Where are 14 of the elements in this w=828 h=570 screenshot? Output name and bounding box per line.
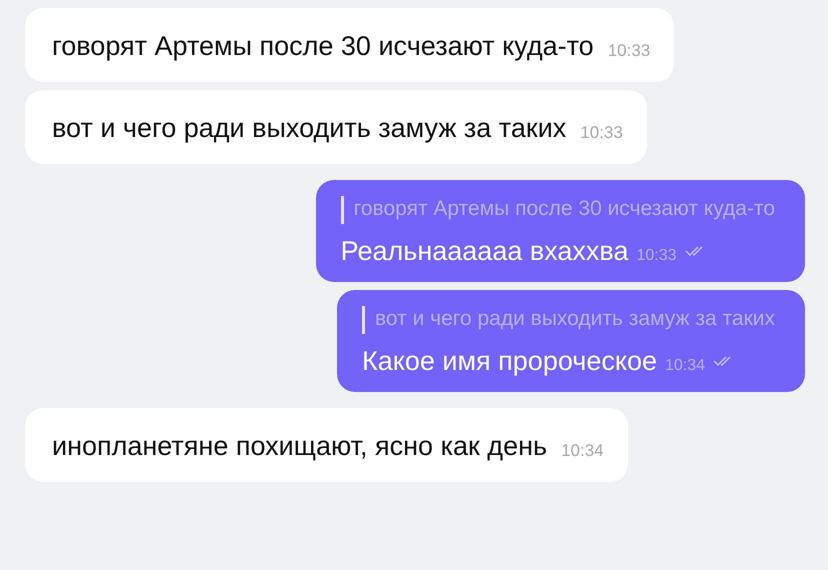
message-time: 10:33: [580, 122, 623, 144]
message-text: инопланетяне похищают, ясно как день: [52, 431, 548, 461]
quoted-text: говорят Артемы после 30 исчезают куда-то: [354, 197, 775, 220]
message-time: 10:33: [608, 40, 650, 62]
message-time: 10:33: [636, 247, 677, 265]
message-text: говорят Артемы после 30 исчезают куда-то: [52, 31, 594, 61]
message-time: 10:34: [561, 440, 604, 462]
message-text: Какое имя пророческое: [362, 345, 657, 378]
quoted-text: вот и чего ради выходить замуж за таких: [375, 307, 775, 330]
reply-quote[interactable]: вот и чего ради выходить замуж за таких: [362, 306, 775, 334]
message-time: 10:34: [664, 357, 706, 375]
message-text: вот и чего ради выходить замуж за таких: [52, 113, 566, 143]
reply-quote[interactable]: говорят Артемы после 30 исчезают куда-то: [340, 196, 775, 224]
message-text: Реальнаааааа вхаххва: [340, 235, 628, 268]
